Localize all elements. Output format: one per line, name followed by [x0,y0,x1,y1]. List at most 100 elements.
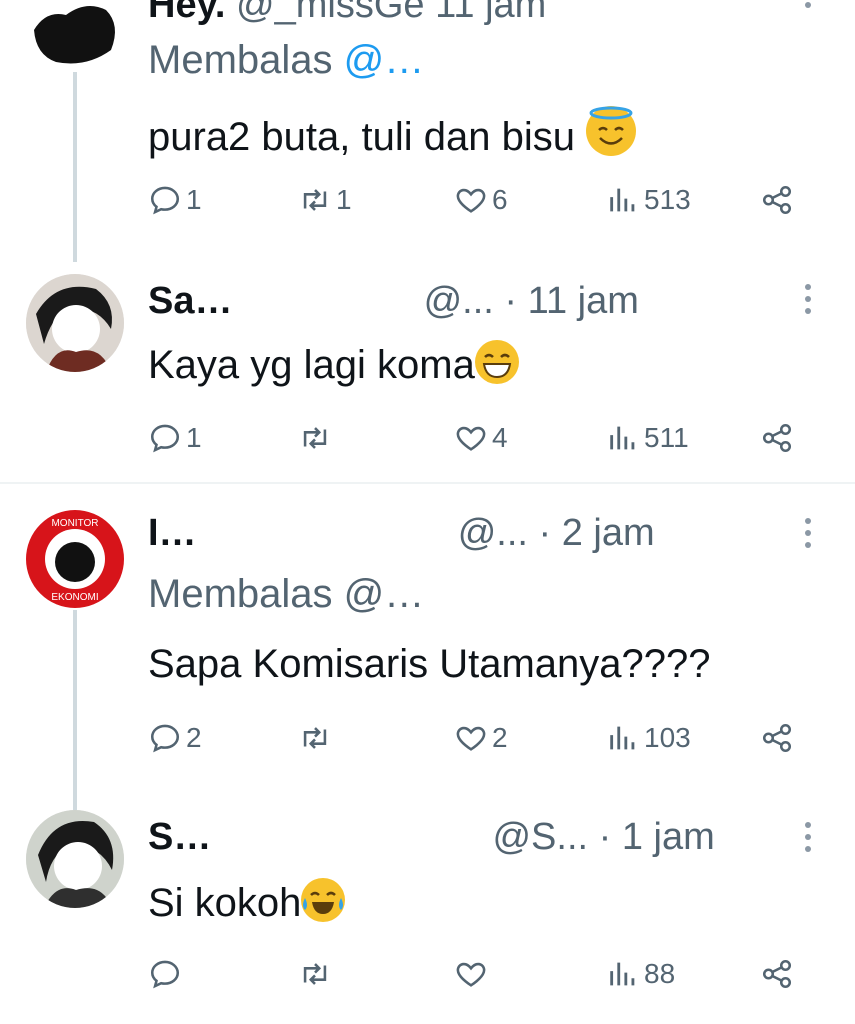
repost-icon [303,427,327,449]
like-button[interactable] [454,954,492,994]
tweet-text-content: Sapa Komisaris Utamanya???? [148,642,711,686]
repost-icon [303,963,327,985]
handle[interactable]: @_missGe [236,0,425,26]
share-icon [762,723,792,753]
share-icon [762,185,792,215]
tweet-text: Si kokoh [148,878,346,926]
tweet-header: Sa… @... · 11 jam [148,280,795,323]
views-count: 513 [644,184,691,215]
avatar[interactable] [26,274,124,372]
thread-line [73,72,77,262]
timestamp[interactable]: · 1 jam [599,816,715,858]
reply-to: Membalas @… [148,572,424,617]
timestamp[interactable]: · 2 jam [539,512,655,554]
like-count: 4 [492,422,508,453]
tweet-header: Hey. @_missGe 11 jam [148,0,795,27]
heart-icon [456,426,486,451]
avatar[interactable] [26,0,124,68]
reply-to: Membalas @… [148,38,424,83]
avatar[interactable] [26,810,124,908]
heart-icon [456,188,486,213]
thread-line [73,610,77,812]
tweet-text: Kaya yg lagi koma [148,340,519,388]
views-button[interactable]: 511 [606,418,689,458]
reply-button[interactable]: 1 [148,418,202,458]
reply-handle[interactable]: @… [344,572,425,616]
timestamp[interactable]: 11 jam [435,0,546,26]
svg-text:MONITOR: MONITOR [51,518,98,529]
reply-icon [150,724,180,753]
repost-button[interactable] [298,954,336,994]
views-count: 88 [644,958,676,989]
tweet-actions: 1 4 511 [148,418,808,458]
repost-icon [303,727,327,749]
more-options-icon[interactable] [805,518,813,554]
views-button[interactable]: 513 [606,180,691,220]
views-button[interactable]: 88 [606,954,675,994]
grinning-emoji-icon [474,340,519,384]
display-name[interactable]: Hey. [148,0,225,26]
views-chart-icon [610,726,635,750]
reply-icon [150,186,180,215]
handle[interactable]: @... [458,512,528,554]
share-button[interactable] [760,418,794,458]
halo-emoji-icon [586,106,637,156]
like-button[interactable]: 4 [454,418,508,458]
share-icon [762,959,792,989]
share-button[interactable] [760,180,794,220]
redaction [207,514,448,555]
like-button[interactable]: 2 [454,718,508,758]
reply-button[interactable]: 1 [148,180,202,220]
reply-count: 1 [186,422,202,453]
redaction [221,818,482,859]
views-count: 511 [644,422,689,453]
avatar[interactable]: MONITOR EKONOMI [26,510,124,608]
reply-label: Membalas [148,572,333,616]
tweet-text-content: Si kokoh [148,881,302,925]
views-chart-icon [610,962,635,986]
share-button[interactable] [760,718,794,758]
share-icon [762,423,792,453]
repost-icon [303,189,327,211]
tweet-2[interactable]: Sa… @... · 11 jam Kaya yg lagi koma 1 4 … [0,260,855,482]
tweet-header: S… @S... · 1 jam [148,816,795,859]
reply-label: Membalas [148,38,333,82]
repost-button[interactable]: 1 [298,180,352,220]
views-button[interactable]: 103 [606,718,691,758]
reply-count: 2 [186,722,202,753]
display-name[interactable]: Sa… [148,280,232,322]
more-options-icon[interactable] [805,284,813,320]
tweet-text: Sapa Komisaris Utamanya???? [148,642,711,687]
like-button[interactable]: 6 [454,180,508,220]
tweet-4[interactable]: S… @S... · 1 jam Si kokoh 88 [0,786,855,1024]
more-options-icon[interactable] [805,822,813,858]
heart-icon [456,962,486,987]
tweet-text: pura2 buta, tuli dan bisu [148,106,637,160]
svg-text:EKONOMI: EKONOMI [51,592,98,603]
display-name[interactable]: I… [148,512,197,554]
more-options-icon[interactable] [805,0,813,14]
share-button[interactable] [760,954,794,994]
timestamp[interactable]: · 11 jam [504,280,638,322]
tweet-actions: 2 2 103 [148,718,808,758]
views-chart-icon [610,426,635,450]
reply-handle[interactable]: @… [344,38,425,82]
handle[interactable]: @S... [492,816,588,858]
redaction [243,282,414,323]
tweet-1[interactable]: Hey. @_missGe 11 jam Membalas @… pura2 b… [0,0,855,262]
display-name[interactable]: S… [148,816,211,858]
tweet-actions: 1 1 6 513 [148,180,808,220]
repost-button[interactable] [298,418,336,458]
tweet-actions: 88 [148,954,808,994]
handle[interactable]: @... [424,280,494,322]
tears-of-joy-emoji-icon [301,878,346,922]
tweet-3[interactable]: MONITOR EKONOMI I… @... · 2 jam Membalas… [0,484,855,812]
heart-icon [456,726,486,751]
reply-icon [150,424,180,453]
reply-button[interactable]: 2 [148,718,202,758]
views-count: 103 [644,722,691,753]
repost-button[interactable] [298,718,336,758]
tweet-header: I… @... · 2 jam [148,512,795,555]
reply-button[interactable] [148,954,186,994]
like-count: 2 [492,722,508,753]
